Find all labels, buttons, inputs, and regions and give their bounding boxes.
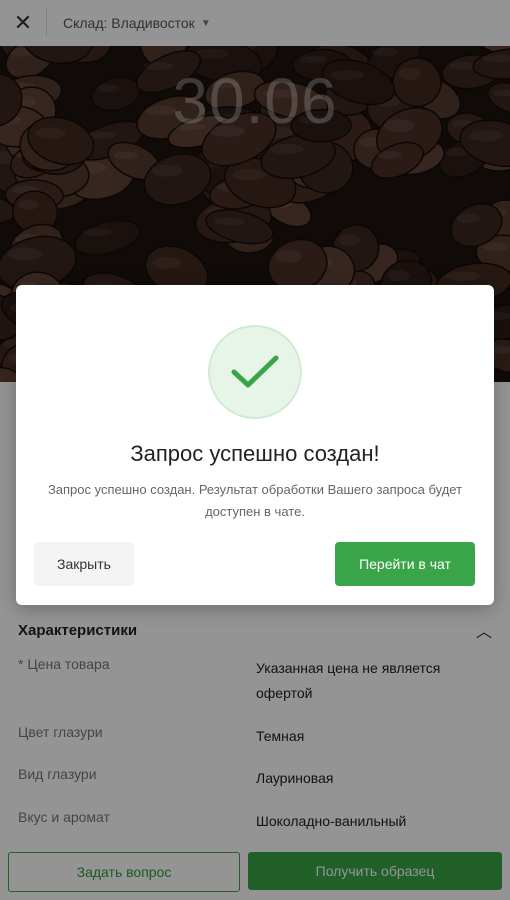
close-button[interactable]: Закрыть <box>34 542 134 586</box>
dialog-title: Запрос успешно создан! <box>130 441 380 466</box>
success-check-icon <box>208 325 302 419</box>
go-to-chat-button[interactable]: Перейти в чат <box>335 542 475 586</box>
dialog-description: Запрос успешно создан. Результат обработ… <box>47 482 463 519</box>
checkmark-icon <box>231 355 279 388</box>
success-dialog: Запрос успешно создан! Запрос успешно со… <box>16 285 494 605</box>
